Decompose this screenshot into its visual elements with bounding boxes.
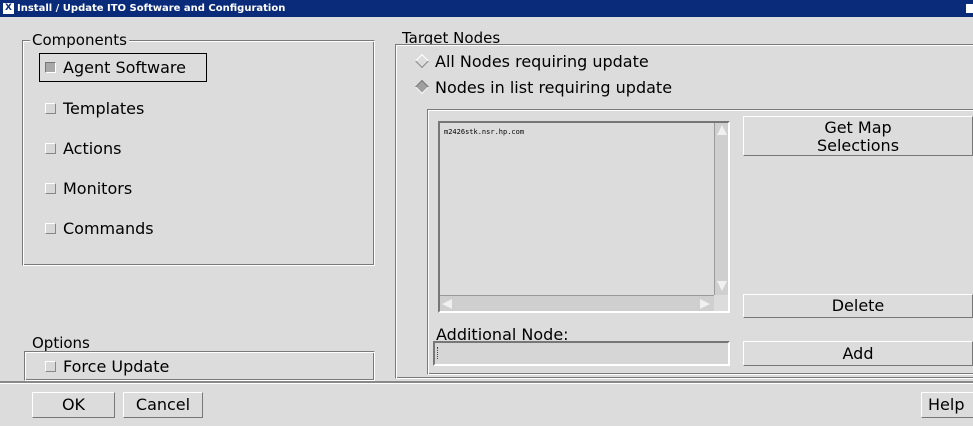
node-list[interactable]: m2426stk.nsr.hp.com [438,121,730,313]
text-caret [437,347,439,359]
force-update-checkbox[interactable]: Force Update [45,355,169,377]
checkbox-icon [45,142,56,154]
monitors-label: Monitors [63,178,133,198]
nodes-in-list-radio[interactable]: Nodes in list requiring update [414,77,673,97]
separator [0,381,973,383]
delete-button[interactable]: Delete [743,294,973,318]
maximize-icon[interactable] [966,4,973,13]
add-button[interactable]: Add [743,341,973,366]
help-button[interactable]: Help [921,392,973,418]
options-label: Options [32,334,90,352]
commands-checkbox[interactable]: Commands [45,217,154,239]
cancel-button[interactable]: Cancel [123,392,203,418]
checkbox-icon [45,61,56,73]
window-title: Install / Update ITO Software and Config… [17,3,286,14]
checkbox-icon [45,222,56,234]
components-label: Components [30,31,129,49]
scroll-up-icon[interactable] [717,125,727,135]
agent-software-checkbox[interactable]: Agent Software [45,56,186,78]
radio-diamond-icon [414,53,430,69]
monitors-checkbox[interactable]: Monitors [45,177,132,199]
scroll-down-icon[interactable] [717,281,727,291]
horizontal-scrollbar[interactable] [440,295,714,311]
templates-checkbox[interactable]: Templates [45,97,144,119]
help-label: Help [928,395,965,414]
commands-label: Commands [63,218,154,238]
all-nodes-label: All Nodes requiring update [435,51,649,71]
templates-label: Templates [63,98,145,118]
all-nodes-radio[interactable]: All Nodes requiring update [414,51,649,71]
force-update-label: Force Update [63,356,170,376]
vertical-scrollbar[interactable] [714,123,728,295]
radio-diamond-icon [414,79,430,95]
x-window-icon[interactable]: X [3,3,14,14]
node-list-item[interactable]: m2426stk.nsr.hp.com [444,128,524,136]
get-map-line1: Get Map [824,118,892,137]
scroll-left-icon[interactable] [442,299,452,309]
ok-button[interactable]: OK [32,392,115,418]
actions-checkbox[interactable]: Actions [45,137,121,159]
agent-software-label: Agent Software [63,57,186,77]
title-bar[interactable]: X Install / Update ITO Software and Conf… [0,0,973,17]
actions-label: Actions [63,138,122,158]
checkbox-icon [45,102,56,114]
checkbox-icon [45,182,56,194]
additional-node-input[interactable] [433,341,730,366]
get-map-line2: Selections [816,136,900,155]
nodes-in-list-label: Nodes in list requiring update [435,77,673,97]
scroll-right-icon[interactable] [700,299,710,309]
get-map-selections-button[interactable]: Get Map Selections [743,116,973,156]
checkbox-icon [45,360,56,372]
